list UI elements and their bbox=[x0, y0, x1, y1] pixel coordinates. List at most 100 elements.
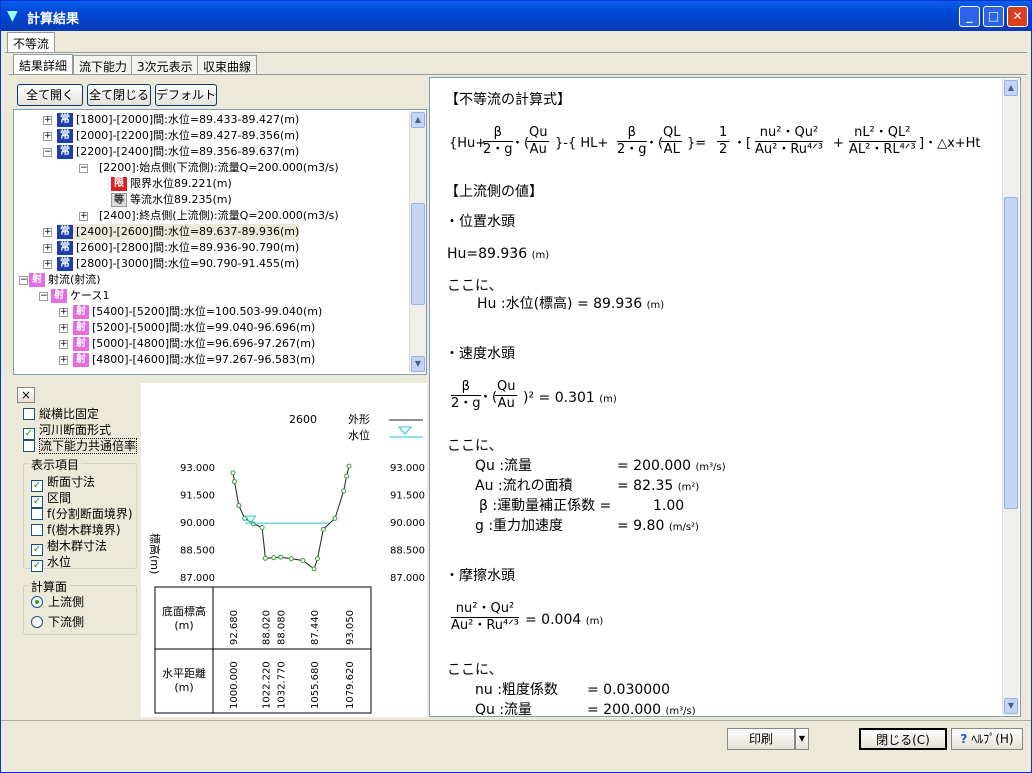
close-panel-button[interactable]: × bbox=[17, 387, 35, 403]
common-scale-checkbox[interactable]: 流下能力共通倍率 bbox=[23, 438, 138, 454]
tab-3d-view[interactable]: 3次元表示 bbox=[131, 55, 199, 75]
checkbox-box[interactable] bbox=[31, 524, 43, 536]
tree-item[interactable]: + 常 [2600]-[2800]間:水位=89.936-90.790(m) bbox=[43, 240, 299, 256]
here-label-2: ここに、 bbox=[447, 438, 503, 454]
velocity-value: )² = 0.301 (m) bbox=[523, 390, 617, 406]
item-checkbox[interactable]: ✓ 断面寸法 bbox=[31, 475, 95, 492]
tree-item-label: [2800]-[3000]間:水位=90.790-91.455(m) bbox=[76, 257, 300, 270]
radio-dot[interactable] bbox=[31, 596, 43, 608]
cross-section-figure: 2600 外形 水位 標高(m) 93.000 91.500 90.000 88.50… bbox=[148, 413, 425, 714]
expand-toggle[interactable]: + bbox=[43, 116, 52, 125]
display-items-label: 表示項目 bbox=[29, 456, 82, 473]
checkbox-box[interactable] bbox=[23, 408, 35, 420]
window: ▼ 計算結果 _ □ ✕ 不等流 結果詳細 流下能力 3次元表示 収束曲線 全て… bbox=[0, 0, 1032, 773]
checkbox-box[interactable] bbox=[23, 440, 35, 452]
print-button[interactable]: 印刷 bbox=[727, 728, 795, 750]
scroll-down-arrow-icon[interactable]: ▼ bbox=[1004, 698, 1018, 714]
expand-toggle[interactable]: + bbox=[59, 308, 68, 317]
document-scrollbar[interactable]: ▲ ▼ bbox=[1002, 79, 1019, 715]
collapse-all-button[interactable]: 全て閉じる bbox=[87, 84, 151, 106]
scroll-down-arrow-icon[interactable]: ▼ bbox=[411, 356, 425, 372]
tree-item[interactable]: + [2400]:終点側(上流側):流量Q=200.000(m3/s) bbox=[79, 208, 339, 224]
tree-item[interactable]: + 常 [1800]-[2000]間:水位=89.433-89.427(m) bbox=[43, 112, 299, 128]
tree-item[interactable]: + 射 [5000]-[4800]間:水位=96.696-97.267(m) bbox=[59, 336, 315, 352]
fraction-ql-al: QL AL bbox=[661, 125, 683, 157]
section-point bbox=[341, 488, 347, 494]
checkbox-label: 流下能力共通倍率 bbox=[39, 438, 138, 454]
close-button[interactable]: 閉じる(C) bbox=[859, 728, 947, 750]
checkbox-box[interactable]: ✓ bbox=[31, 560, 43, 572]
tree-item-selected[interactable]: + 常 [2400]-[2600]間:水位=89.637-89.936(m) bbox=[43, 224, 300, 240]
radio-label: 下流側 bbox=[48, 615, 85, 629]
close-window-button[interactable]: ✕ bbox=[1007, 6, 1028, 27]
radio-dot[interactable] bbox=[31, 616, 43, 628]
section-point bbox=[300, 558, 306, 563]
tree-item-label: [5200]-[5000]間:水位=99.040-96.696(m) bbox=[92, 321, 316, 334]
supercritical-icon: 射 bbox=[73, 353, 89, 367]
distance-tick-label: 1022.220 bbox=[261, 661, 272, 709]
item-checkbox[interactable]: ✓ 樹木群寸法 bbox=[31, 539, 107, 556]
tree-item-label: 等流水位89.235(m) bbox=[130, 193, 232, 206]
collapse-toggle[interactable]: − bbox=[39, 292, 48, 301]
collapse-toggle[interactable]: − bbox=[43, 148, 52, 157]
help-button[interactable]: ? ﾍﾙﾌﾟ(H) bbox=[951, 728, 1023, 750]
tree-item[interactable]: + 射 [5400]-[5200]間:水位=100.503-99.040(m) bbox=[59, 304, 322, 320]
y-tick-label: 90.000 bbox=[180, 518, 215, 529]
tab-futouryu[interactable]: 不等流 bbox=[7, 32, 56, 52]
qu2-value-text: = 200.000 bbox=[587, 702, 662, 715]
section-velocity-head: ・速度水頭 bbox=[445, 346, 515, 362]
tree-scrollbar[interactable]: ▲ ▼ bbox=[409, 111, 426, 373]
tree-item[interactable]: + 常 [2000]-[2200]間:水位=89.427-89.356(m) bbox=[43, 128, 299, 144]
default-button[interactable]: デフォルト bbox=[155, 84, 217, 106]
expand-toggle[interactable]: + bbox=[59, 324, 68, 333]
tree-item[interactable]: − 射ケース1 bbox=[39, 288, 109, 304]
collapse-toggle[interactable]: − bbox=[19, 276, 28, 285]
fraction-qu-au-v: Qu Au bbox=[495, 379, 518, 411]
aspect-fixed-checkbox[interactable]: 縦横比固定 bbox=[23, 407, 99, 421]
downstream-radio[interactable]: 下流側 bbox=[31, 615, 84, 629]
expand-all-button[interactable]: 全て開く bbox=[17, 84, 83, 106]
item-checkbox[interactable]: f(分割断面境界) bbox=[31, 507, 133, 521]
elevation-tick-label: 88.080 bbox=[277, 610, 288, 645]
expand-toggle[interactable]: + bbox=[43, 228, 52, 237]
checkbox-box[interactable] bbox=[31, 508, 43, 520]
tree-item[interactable]: 限限界水位89.221(m) bbox=[111, 176, 232, 192]
print-dropdown-arrow-icon[interactable]: ▼ bbox=[795, 728, 809, 750]
item-checkbox[interactable]: ✓ 水位 bbox=[31, 555, 71, 572]
fraction-qu-au: Qu Au bbox=[527, 125, 550, 157]
tree-item[interactable]: − [2200]:始点側(下流側):流量Q=200.000(m3/s) bbox=[79, 160, 339, 176]
tree-item[interactable]: + 射 [4800]-[4600]間:水位=97.267-96.583(m) bbox=[59, 352, 315, 368]
expand-toggle[interactable]: + bbox=[59, 340, 68, 349]
item-checkbox[interactable]: ✓ 区間 bbox=[31, 491, 71, 508]
scroll-thumb[interactable] bbox=[411, 203, 425, 305]
tree-item[interactable]: − 常 [2200]-[2400]間:水位=89.356-89.637(m) bbox=[43, 144, 299, 160]
tab-flow-capacity[interactable]: 流下能力 bbox=[73, 55, 134, 75]
expand-toggle[interactable]: + bbox=[59, 356, 68, 365]
tree-item-label: 射流(射流) bbox=[48, 273, 101, 286]
maximize-button[interactable]: □ bbox=[983, 6, 1004, 27]
scroll-thumb[interactable] bbox=[1004, 197, 1018, 509]
scroll-up-arrow-icon[interactable]: ▲ bbox=[411, 112, 425, 128]
tree-item[interactable]: − 射射流(射流) bbox=[19, 272, 101, 288]
bottom-bar: 印刷 ▼ 閉じる(C) ? ﾍﾙﾌﾟ(H) bbox=[1, 720, 1031, 772]
tab-convergence[interactable]: 収束曲線 bbox=[197, 55, 258, 75]
expand-toggle[interactable]: + bbox=[43, 260, 52, 269]
y-tick-label-right: 93.000 bbox=[390, 463, 425, 474]
scroll-up-arrow-icon[interactable]: ▲ bbox=[1004, 80, 1018, 96]
expand-toggle[interactable]: + bbox=[43, 132, 52, 141]
checkbox-label: f(樹木群境界) bbox=[47, 523, 121, 537]
expand-toggle[interactable]: + bbox=[43, 244, 52, 253]
minimize-button[interactable]: _ bbox=[959, 6, 980, 27]
tree-item[interactable]: + 射 [5200]-[5000]間:水位=99.040-96.696(m) bbox=[59, 320, 316, 336]
item-checkbox[interactable]: f(樹木群境界) bbox=[31, 523, 121, 537]
hu-desc-text: Hu :水位(標高) = 89.936 bbox=[477, 296, 643, 312]
collapse-toggle[interactable]: − bbox=[79, 164, 88, 173]
hu-value: Hu=89.936 (m) bbox=[447, 245, 549, 265]
tree-item[interactable]: + 常 [2800]-[3000]間:水位=90.790-91.455(m) bbox=[43, 256, 300, 272]
tab-result-detail[interactable]: 結果詳細 bbox=[13, 54, 74, 74]
upstream-radio[interactable]: 上流側 bbox=[31, 595, 84, 609]
distance-tick-label: 1000.000 bbox=[229, 661, 240, 709]
tree-item[interactable]: 等等流水位89.235(m) bbox=[111, 192, 232, 208]
expand-toggle[interactable]: + bbox=[79, 212, 88, 221]
section-point bbox=[278, 554, 284, 560]
